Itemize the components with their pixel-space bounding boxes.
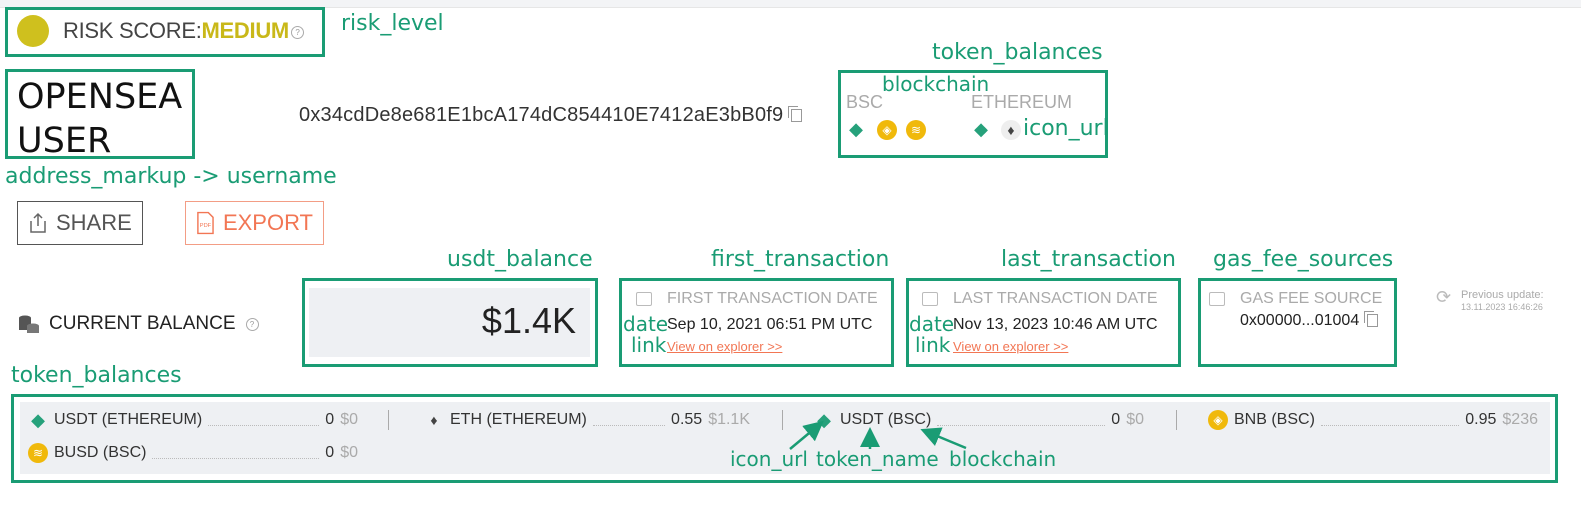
annotation-arrows [789, 420, 967, 450]
arrow-blockchain [920, 427, 967, 450]
arrow-icon-url [789, 420, 824, 450]
